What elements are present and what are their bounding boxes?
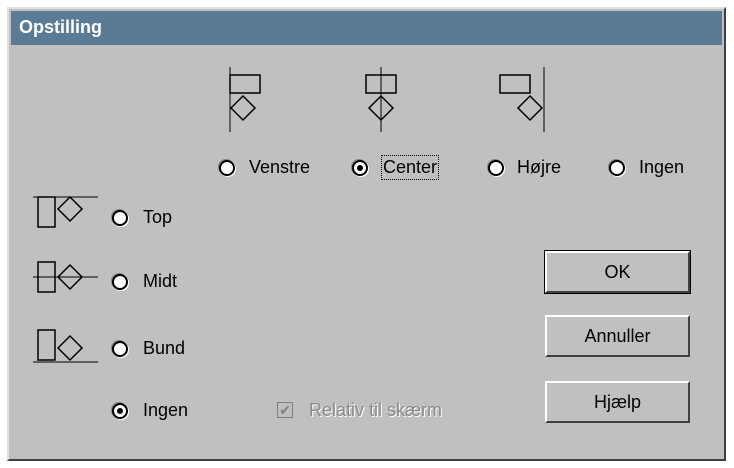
align-top-icon — [33, 195, 98, 228]
label-top[interactable]: Top — [143, 207, 172, 228]
radio-midt[interactable] — [112, 274, 128, 290]
align-bottom-icon — [33, 329, 98, 363]
align-center-icon — [365, 67, 397, 132]
help-button[interactable]: Hjælp — [545, 381, 690, 423]
radio-top[interactable] — [112, 210, 128, 226]
align-right-icon — [499, 67, 545, 132]
radio-center[interactable] — [352, 160, 368, 176]
align-left-icon — [229, 67, 261, 132]
cancel-button[interactable]: Annuller — [545, 315, 690, 357]
label-midt[interactable]: Midt — [143, 271, 177, 292]
label-hoejre[interactable]: Højre — [517, 157, 561, 178]
label-bund[interactable]: Bund — [143, 338, 185, 359]
label-ingen-horizontal[interactable]: Ingen — [639, 157, 684, 178]
radio-venstre[interactable] — [219, 160, 235, 176]
dialog-title: Opstilling — [19, 17, 102, 37]
radio-ingen-horizontal[interactable] — [609, 160, 625, 176]
radio-ingen-vertical[interactable] — [112, 403, 128, 419]
relative-checkbox[interactable]: ✔ — [277, 402, 293, 418]
radio-hoejre[interactable] — [488, 160, 504, 176]
radio-bund[interactable] — [112, 341, 128, 357]
ok-button[interactable]: OK — [544, 250, 691, 294]
title-bar: Opstilling — [11, 11, 722, 45]
label-ingen-vertical[interactable]: Ingen — [143, 400, 188, 421]
relative-label: Relativ til skærm — [309, 400, 443, 420]
label-center[interactable]: Center — [380, 155, 440, 180]
align-middle-icon — [33, 261, 98, 293]
label-venstre[interactable]: Venstre — [249, 157, 310, 178]
